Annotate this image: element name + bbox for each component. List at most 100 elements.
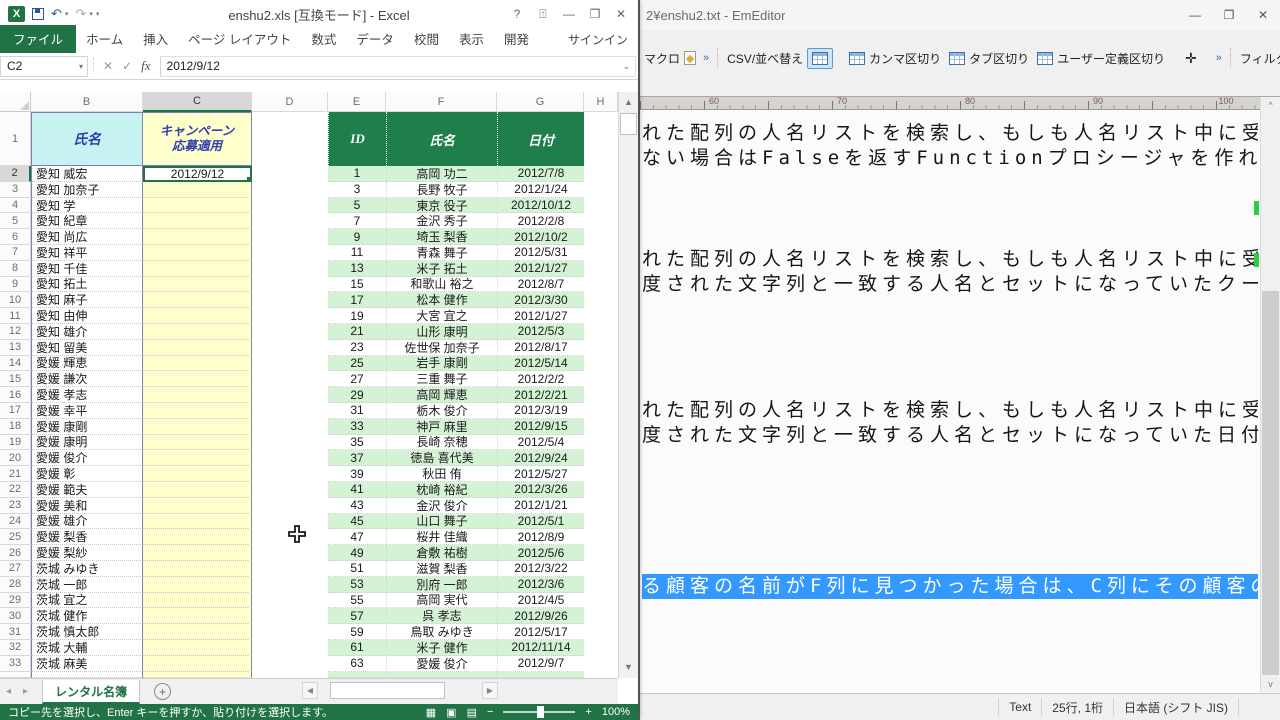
cell-B28[interactable]: 茨城 一郎	[31, 577, 143, 593]
cell-F31[interactable]: 鳥取 みゆき	[386, 624, 497, 640]
cell-E1-id-header[interactable]: ID	[328, 112, 386, 166]
cell-E9[interactable]: 15	[328, 277, 386, 293]
cell-G3[interactable]: 2012/1/24	[497, 182, 584, 198]
row-header-4[interactable]: 4	[0, 198, 31, 214]
cell-H5[interactable]	[584, 213, 618, 229]
emeditor-minimize-button[interactable]: —	[1178, 2, 1212, 28]
scroll-left-button[interactable]: ◀	[302, 682, 318, 699]
cell-E22[interactable]: 41	[328, 482, 386, 498]
cell-B1[interactable]: 氏名	[31, 112, 143, 166]
cell-F14[interactable]: 岩手 康剛	[386, 356, 497, 372]
emeditor-text[interactable]: れた配列の人名リストを検索し、もしも人名リスト中に受けない場合はFalseを返す…	[642, 121, 1258, 600]
column-header-B[interactable]: B	[31, 92, 143, 112]
ribbon-display-options-button[interactable]: ⍐	[530, 2, 556, 26]
cell-B19[interactable]: 愛媛 康明	[31, 435, 143, 451]
cell-C3[interactable]	[143, 182, 252, 198]
cell-F26[interactable]: 倉敷 祐樹	[386, 545, 497, 561]
cell-C2-selected[interactable]: 2012/9/12	[143, 166, 252, 182]
cell-B23[interactable]: 愛媛 美和	[31, 498, 143, 514]
row-header-21[interactable]: 21	[0, 466, 31, 482]
cell-B9[interactable]: 愛知 拓土	[31, 277, 143, 293]
cell-F32[interactable]: 米子 健作	[386, 640, 497, 656]
emeditor-edit-area[interactable]: 60708090100 れた配列の人名リストを検索し、もしも人名リスト中に受けな…	[640, 96, 1280, 693]
cell-D11[interactable]	[252, 308, 328, 324]
cell-D29[interactable]	[252, 593, 328, 609]
cell-F2[interactable]: 高岡 功二	[386, 166, 497, 182]
cell-D18[interactable]	[252, 419, 328, 435]
cell-B30[interactable]: 茨城 健作	[31, 608, 143, 624]
cell-D3[interactable]	[252, 182, 328, 198]
cell-B7[interactable]: 愛知 祥平	[31, 245, 143, 261]
column-header-C[interactable]: C	[143, 92, 252, 112]
select-all-corner[interactable]	[0, 92, 31, 112]
cell-H27[interactable]	[584, 561, 618, 577]
cell-D20[interactable]	[252, 450, 328, 466]
cell-G8[interactable]: 2012/1/27	[497, 261, 584, 277]
cell-C19[interactable]	[143, 435, 252, 451]
cell-C21[interactable]	[143, 466, 252, 482]
cell-D8[interactable]	[252, 261, 328, 277]
cell-C27[interactable]	[143, 561, 252, 577]
ribbon-tab-2[interactable]: ページ レイアウト	[178, 25, 301, 53]
cell-H2[interactable]	[584, 166, 618, 182]
cell-H24[interactable]	[584, 514, 618, 530]
toolbar-overflow-button[interactable]: »	[1213, 52, 1225, 64]
confirm-entry-icon[interactable]: ✓	[122, 59, 132, 73]
cell-C10[interactable]	[143, 292, 252, 308]
cell-F28[interactable]: 別府 一郎	[386, 577, 497, 593]
cell-H19[interactable]	[584, 435, 618, 451]
cell-H4[interactable]	[584, 198, 618, 214]
cell-G7[interactable]: 2012/5/31	[497, 245, 584, 261]
row-header-26[interactable]: 26	[0, 545, 31, 561]
cell-H17[interactable]	[584, 403, 618, 419]
cell-G22[interactable]: 2012/3/26	[497, 482, 584, 498]
cell-C16[interactable]	[143, 387, 252, 403]
cell-F25[interactable]: 桜井 佳織	[386, 529, 497, 545]
sheet-nav-right-icon[interactable]: ▸	[17, 686, 34, 697]
row-header-33[interactable]: 33	[0, 656, 31, 672]
emeditor-titlebar[interactable]: 2¥enshu2.txt - EmEditor — ❐ ✕	[640, 0, 1280, 30]
cell-B15[interactable]: 愛媛 謙次	[31, 371, 143, 387]
cell-B17[interactable]: 愛媛 幸平	[31, 403, 143, 419]
cell-G11[interactable]: 2012/1/27	[497, 308, 584, 324]
cell-C4[interactable]	[143, 198, 252, 214]
cell-D27[interactable]	[252, 561, 328, 577]
cell-F7[interactable]: 青森 舞子	[386, 245, 497, 261]
name-box[interactable]: C2 ▾	[0, 56, 88, 77]
cell-B24[interactable]: 愛媛 雄介	[31, 514, 143, 530]
row-header-12[interactable]: 12	[0, 324, 31, 340]
cell-C7[interactable]	[143, 245, 252, 261]
cell-B8[interactable]: 愛知 千佳	[31, 261, 143, 277]
cell-B12[interactable]: 愛知 雄介	[31, 324, 143, 340]
cell-F20[interactable]: 徳島 喜代美	[386, 450, 497, 466]
cell-E27[interactable]: 51	[328, 561, 386, 577]
csv-mode-button[interactable]	[807, 48, 833, 69]
cell-C6[interactable]	[143, 229, 252, 245]
cell-C24[interactable]	[143, 514, 252, 530]
qat-customize-icon[interactable]: ▾	[96, 10, 100, 18]
row-header-30[interactable]: 30	[0, 608, 31, 624]
cell-G31[interactable]: 2012/5/17	[497, 624, 584, 640]
cell-G5[interactable]: 2012/2/8	[497, 213, 584, 229]
cell-B29[interactable]: 茨城 宜之	[31, 593, 143, 609]
emeditor-vertical-scrollbar[interactable]: ^ v	[1260, 97, 1280, 693]
cell-H30[interactable]	[584, 608, 618, 624]
sheet-tab-rental-list[interactable]: レンタル名簿	[42, 680, 140, 704]
cell-E28[interactable]: 53	[328, 577, 386, 593]
cell-H9[interactable]	[584, 277, 618, 293]
cell-C18[interactable]	[143, 419, 252, 435]
cell-D23[interactable]	[252, 498, 328, 514]
cell-D24[interactable]	[252, 514, 328, 530]
cell-E21[interactable]: 39	[328, 466, 386, 482]
cell-C9[interactable]	[143, 277, 252, 293]
cell-C20[interactable]	[143, 450, 252, 466]
row-header-20[interactable]: 20	[0, 450, 31, 466]
cell-E16[interactable]: 29	[328, 387, 386, 403]
row-header-31[interactable]: 31	[0, 624, 31, 640]
cell-G24[interactable]: 2012/5/1	[497, 514, 584, 530]
zoom-slider-handle[interactable]	[537, 706, 544, 718]
ribbon-tab-3[interactable]: 数式	[301, 25, 346, 53]
zoom-slider[interactable]	[503, 711, 575, 713]
cell-E2[interactable]: 1	[328, 166, 386, 182]
emeditor-restore-button[interactable]: ❐	[1212, 2, 1246, 28]
